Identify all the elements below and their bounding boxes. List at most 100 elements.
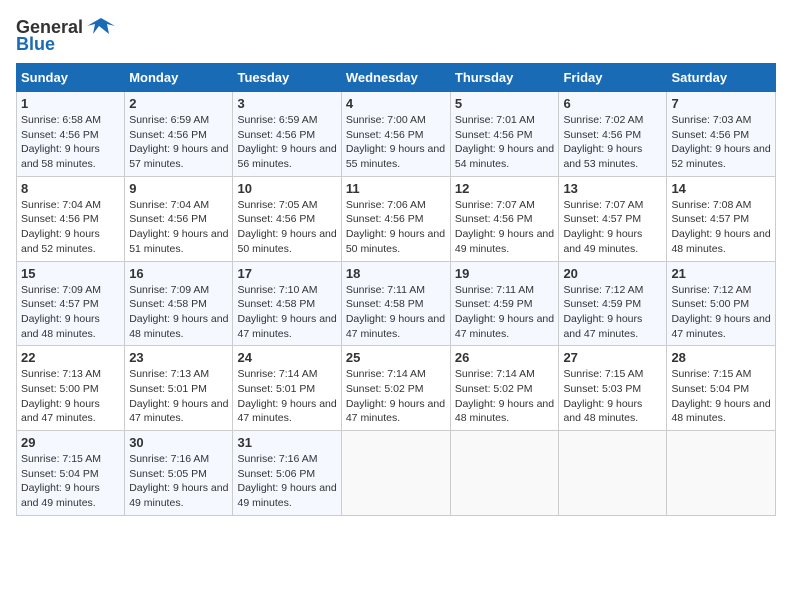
day-number: 5 [455, 96, 555, 111]
day-detail: Sunrise: 7:15 AMSunset: 5:03 PMDaylight:… [563, 368, 643, 424]
calendar-cell: 12 Sunrise: 7:07 AMSunset: 4:56 PMDayligh… [450, 176, 559, 261]
calendar-cell: 31 Sunrise: 7:16 AMSunset: 5:06 PMDayligh… [233, 431, 341, 516]
calendar-cell: 6 Sunrise: 7:02 AMSunset: 4:56 PMDaylight… [559, 92, 667, 177]
day-detail: Sunrise: 7:02 AMSunset: 4:56 PMDaylight:… [563, 114, 643, 170]
calendar-cell: 14Sunrise: 7:08 AMSunset: 4:57 PMDayligh… [667, 176, 776, 261]
day-number: 18 [346, 266, 446, 281]
day-number: 24 [237, 350, 336, 365]
calendar-cell: 23Sunrise: 7:13 AMSunset: 5:01 PMDayligh… [125, 346, 233, 431]
calendar-cell: 15Sunrise: 7:09 AMSunset: 4:57 PMDayligh… [17, 261, 125, 346]
day-number: 10 [237, 181, 336, 196]
calendar-week-5: 29 Sunrise: 7:15 AMSunset: 5:04 PMDayligh… [17, 431, 776, 516]
day-detail: Sunrise: 7:15 AMSunset: 5:04 PMDaylight:… [671, 368, 770, 424]
day-number: 27 [563, 350, 662, 365]
day-number: 4 [346, 96, 446, 111]
day-number: 3 [237, 96, 336, 111]
logo-blue-text: Blue [16, 34, 55, 55]
day-number: 16 [129, 266, 228, 281]
calendar-cell: 9 Sunrise: 7:04 AMSunset: 4:56 PMDaylight… [125, 176, 233, 261]
calendar-body: 1Sunrise: 6:58 AMSunset: 4:56 PMDaylight… [17, 92, 776, 516]
day-detail: Sunrise: 7:08 AMSunset: 4:57 PMDaylight:… [671, 199, 770, 255]
calendar-cell [341, 431, 450, 516]
calendar-cell: 28Sunrise: 7:15 AMSunset: 5:04 PMDayligh… [667, 346, 776, 431]
calendar-cell: 7 Sunrise: 7:03 AMSunset: 4:56 PMDaylight… [667, 92, 776, 177]
day-number: 31 [237, 435, 336, 450]
calendar-cell: 16 Sunrise: 7:09 AMSunset: 4:58 PMDayligh… [125, 261, 233, 346]
day-header-thursday: Thursday [450, 64, 559, 92]
day-detail: Sunrise: 7:01 AMSunset: 4:56 PMDaylight:… [455, 114, 554, 170]
day-detail: Sunrise: 7:07 AMSunset: 4:56 PMDaylight:… [455, 199, 554, 255]
day-detail: Sunrise: 7:11 AMSunset: 4:59 PMDaylight:… [455, 284, 554, 340]
day-detail: Sunrise: 6:59 AMSunset: 4:56 PMDaylight:… [237, 114, 336, 170]
calendar-cell: 27 Sunrise: 7:15 AMSunset: 5:03 PMDayligh… [559, 346, 667, 431]
day-number: 19 [455, 266, 555, 281]
calendar-week-3: 15Sunrise: 7:09 AMSunset: 4:57 PMDayligh… [17, 261, 776, 346]
calendar-cell: 5 Sunrise: 7:01 AMSunset: 4:56 PMDaylight… [450, 92, 559, 177]
calendar-cell: 4 Sunrise: 7:00 AMSunset: 4:56 PMDaylight… [341, 92, 450, 177]
calendar-cell: 17Sunrise: 7:10 AMSunset: 4:58 PMDayligh… [233, 261, 341, 346]
day-detail: Sunrise: 7:06 AMSunset: 4:56 PMDaylight:… [346, 199, 445, 255]
day-detail: Sunrise: 7:14 AMSunset: 5:02 PMDaylight:… [455, 368, 554, 424]
day-detail: Sunrise: 7:05 AMSunset: 4:56 PMDaylight:… [237, 199, 336, 255]
day-detail: Sunrise: 7:00 AMSunset: 4:56 PMDaylight:… [346, 114, 445, 170]
calendar-cell: 24 Sunrise: 7:14 AMSunset: 5:01 PMDayligh… [233, 346, 341, 431]
day-number: 9 [129, 181, 228, 196]
day-detail: Sunrise: 7:14 AMSunset: 5:02 PMDaylight:… [346, 368, 445, 424]
calendar-cell [559, 431, 667, 516]
day-number: 11 [346, 181, 446, 196]
calendar-cell [667, 431, 776, 516]
day-number: 20 [563, 266, 662, 281]
day-number: 22 [21, 350, 120, 365]
header: General Blue [16, 16, 776, 55]
calendar-cell: 2 Sunrise: 6:59 AMSunset: 4:56 PMDaylight… [125, 92, 233, 177]
calendar-header-row: SundayMondayTuesdayWednesdayThursdayFrid… [17, 64, 776, 92]
calendar-cell: 13 Sunrise: 7:07 AMSunset: 4:57 PMDayligh… [559, 176, 667, 261]
day-number: 13 [563, 181, 662, 196]
day-number: 17 [237, 266, 336, 281]
calendar-cell: 30 Sunrise: 7:16 AMSunset: 5:05 PMDayligh… [125, 431, 233, 516]
calendar-cell: 22Sunrise: 7:13 AMSunset: 5:00 PMDayligh… [17, 346, 125, 431]
calendar-cell: 3 Sunrise: 6:59 AMSunset: 4:56 PMDaylight… [233, 92, 341, 177]
day-detail: Sunrise: 7:07 AMSunset: 4:57 PMDaylight:… [563, 199, 643, 255]
day-number: 7 [671, 96, 771, 111]
calendar-week-2: 8 Sunrise: 7:04 AMSunset: 4:56 PMDaylight… [17, 176, 776, 261]
day-detail: Sunrise: 7:16 AMSunset: 5:05 PMDaylight:… [129, 453, 228, 509]
day-number: 26 [455, 350, 555, 365]
day-header-monday: Monday [125, 64, 233, 92]
day-number: 12 [455, 181, 555, 196]
calendar-cell: 11 Sunrise: 7:06 AMSunset: 4:56 PMDayligh… [341, 176, 450, 261]
day-number: 21 [671, 266, 771, 281]
day-detail: Sunrise: 7:04 AMSunset: 4:56 PMDaylight:… [129, 199, 228, 255]
logo-bird-icon [87, 16, 115, 38]
calendar-cell: 20 Sunrise: 7:12 AMSunset: 4:59 PMDayligh… [559, 261, 667, 346]
day-header-tuesday: Tuesday [233, 64, 341, 92]
calendar-cell [450, 431, 559, 516]
calendar-cell: 1Sunrise: 6:58 AMSunset: 4:56 PMDaylight… [17, 92, 125, 177]
day-number: 29 [21, 435, 120, 450]
day-detail: Sunrise: 7:11 AMSunset: 4:58 PMDaylight:… [346, 284, 445, 340]
day-number: 6 [563, 96, 662, 111]
calendar-week-1: 1Sunrise: 6:58 AMSunset: 4:56 PMDaylight… [17, 92, 776, 177]
day-header-saturday: Saturday [667, 64, 776, 92]
day-header-friday: Friday [559, 64, 667, 92]
day-detail: Sunrise: 7:03 AMSunset: 4:56 PMDaylight:… [671, 114, 770, 170]
calendar-cell: 21Sunrise: 7:12 AMSunset: 5:00 PMDayligh… [667, 261, 776, 346]
day-detail: Sunrise: 7:09 AMSunset: 4:58 PMDaylight:… [129, 284, 228, 340]
day-detail: Sunrise: 6:58 AMSunset: 4:56 PMDaylight:… [21, 114, 101, 170]
day-number: 2 [129, 96, 228, 111]
day-number: 25 [346, 350, 446, 365]
day-detail: Sunrise: 7:14 AMSunset: 5:01 PMDaylight:… [237, 368, 336, 424]
day-header-wednesday: Wednesday [341, 64, 450, 92]
day-number: 15 [21, 266, 120, 281]
calendar-cell: 19 Sunrise: 7:11 AMSunset: 4:59 PMDayligh… [450, 261, 559, 346]
calendar-cell: 29 Sunrise: 7:15 AMSunset: 5:04 PMDayligh… [17, 431, 125, 516]
day-detail: Sunrise: 6:59 AMSunset: 4:56 PMDaylight:… [129, 114, 228, 170]
day-detail: Sunrise: 7:15 AMSunset: 5:04 PMDaylight:… [21, 453, 101, 509]
day-number: 30 [129, 435, 228, 450]
day-detail: Sunrise: 7:13 AMSunset: 5:01 PMDaylight:… [129, 368, 228, 424]
calendar-cell: 18 Sunrise: 7:11 AMSunset: 4:58 PMDayligh… [341, 261, 450, 346]
day-detail: Sunrise: 7:16 AMSunset: 5:06 PMDaylight:… [237, 453, 336, 509]
day-detail: Sunrise: 7:12 AMSunset: 4:59 PMDaylight:… [563, 284, 643, 340]
day-number: 8 [21, 181, 120, 196]
logo: General Blue [16, 16, 115, 55]
